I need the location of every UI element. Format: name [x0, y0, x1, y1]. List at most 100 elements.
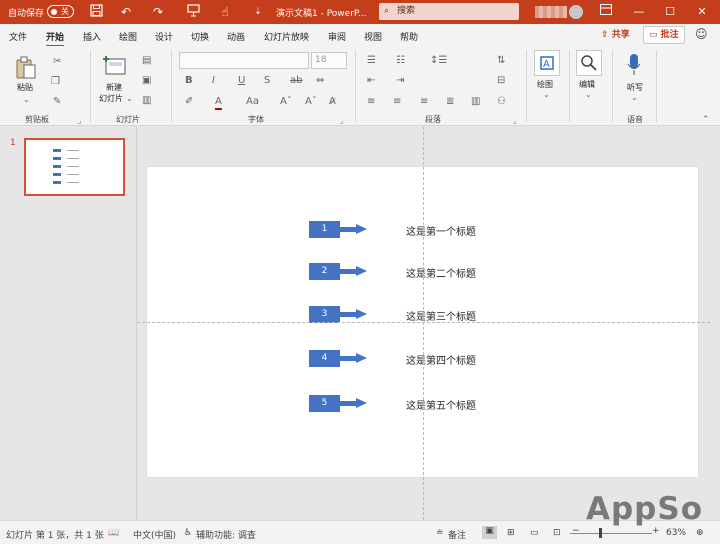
tab-insert[interactable]: 插入 [83, 30, 101, 43]
underline-icon[interactable]: U [238, 75, 245, 87]
tab-animations[interactable]: 动画 [227, 30, 245, 43]
clear-format-icon[interactable]: A̷ [329, 96, 336, 108]
number-shape[interactable]: 1 [309, 221, 340, 238]
justify-icon[interactable]: ≣ [446, 96, 454, 108]
touch-mode-icon[interactable]: ☝ [217, 4, 233, 20]
list-item[interactable]: 1 这是第一个标题 [309, 221, 609, 238]
comment-button[interactable]: ▭ 批注 [643, 26, 685, 44]
font-size-box[interactable]: 18 [311, 52, 347, 69]
tab-file[interactable]: 文件 [9, 30, 27, 43]
bullets-icon[interactable]: ☰ [367, 55, 376, 67]
zoom-level[interactable]: 63% [666, 528, 686, 538]
paragraph-launcher-icon[interactable]: ⌟ [513, 115, 516, 127]
zoom-slider-thumb[interactable] [599, 528, 602, 538]
avatar[interactable] [569, 5, 583, 19]
share-button[interactable]: ⇪ 共享 [599, 27, 636, 44]
paste-label[interactable]: 粘贴 [17, 82, 33, 93]
spellcheck-icon[interactable]: 📖 [108, 528, 119, 538]
notes-button[interactable]: 备注 [448, 528, 466, 541]
line-spacing-icon[interactable]: ↕☰ [430, 55, 447, 67]
char-spacing-icon[interactable]: ⇔ [316, 75, 324, 87]
strikethrough-icon[interactable]: ab [290, 75, 302, 87]
numbering-icon[interactable]: ☷ [396, 55, 405, 67]
new-slide-icon[interactable] [103, 54, 127, 79]
tab-home[interactable]: 开始 [46, 30, 65, 47]
align-left-icon[interactable]: ≡ [367, 96, 375, 108]
text-shadow-icon[interactable]: S [264, 75, 270, 87]
list-item[interactable]: 2 这是第二个标题 [309, 263, 609, 280]
tab-slideshow[interactable]: 幻灯片放映 [264, 30, 309, 43]
zoom-in-icon[interactable]: + [652, 526, 660, 536]
collapse-ribbon-icon[interactable]: ⌃ [702, 114, 710, 126]
copy-icon[interactable]: ❐ [51, 76, 60, 88]
presentation-icon[interactable] [185, 4, 201, 20]
number-shape[interactable]: 2 [309, 263, 340, 280]
item-title[interactable]: 这是第二个标题 [406, 265, 476, 280]
ribbon-display-icon[interactable] [598, 4, 614, 20]
slide-sorter-icon[interactable]: ⊞ [507, 528, 515, 538]
font-name-box[interactable] [179, 52, 309, 69]
align-right-icon[interactable]: ≡ [420, 96, 428, 108]
editing-icon[interactable] [576, 50, 602, 79]
fit-to-window-icon[interactable]: ⊕ [696, 528, 704, 538]
drawing-dropdown-icon[interactable]: ⌄ [543, 89, 550, 101]
drawing-icon[interactable]: A [534, 50, 560, 79]
increase-indent-icon[interactable]: ⇥ [396, 75, 404, 87]
list-item[interactable]: 4 这是第四个标题 [309, 350, 609, 367]
maximize-icon[interactable]: ☐ [662, 4, 678, 20]
feedback-smile-icon[interactable]: ☺ [695, 27, 708, 41]
increase-font-icon[interactable]: Aˆ [280, 96, 292, 108]
text-direction-icon[interactable]: ⇅ [497, 55, 505, 67]
paste-dropdown-icon[interactable]: ⌄ [23, 94, 30, 106]
undo-icon[interactable]: ↶ [118, 4, 134, 20]
cut-icon[interactable]: ✂ [53, 56, 61, 68]
format-painter-icon[interactable]: ✎ [53, 96, 61, 108]
normal-view-icon[interactable]: ▣ [482, 526, 497, 539]
smartart-icon[interactable]: ⚇ [497, 96, 506, 108]
item-title[interactable]: 这是第五个标题 [406, 397, 476, 412]
item-title[interactable]: 这是第四个标题 [406, 352, 476, 367]
reset-icon[interactable]: ▣ [142, 75, 151, 87]
accessibility-status[interactable]: 辅助功能: 调查 [196, 528, 256, 541]
editing-dropdown-icon[interactable]: ⌄ [585, 89, 592, 101]
tab-design[interactable]: 设计 [155, 30, 173, 43]
paste-icon[interactable] [15, 56, 37, 83]
highlight-icon[interactable]: ✐ [185, 96, 193, 108]
search-box[interactable]: ⌕ 搜索 [379, 3, 519, 20]
italic-icon[interactable]: I [212, 75, 215, 87]
new-slide-label-line1[interactable]: 新建 [106, 82, 122, 93]
customize-qat-icon[interactable]: ⇣ [250, 4, 266, 20]
section-icon[interactable]: ▥ [142, 95, 151, 107]
vertical-guide[interactable] [423, 127, 424, 520]
accessibility-icon[interactable]: ♿ [184, 528, 192, 538]
change-case-icon[interactable]: Aa [246, 96, 259, 108]
reading-view-icon[interactable]: ▭ [530, 528, 539, 538]
language-status[interactable]: 中文(中国) [133, 528, 176, 541]
tab-transitions[interactable]: 切换 [191, 30, 209, 43]
list-item[interactable]: 3 这是第三个标题 [309, 306, 609, 323]
user-name-blurred[interactable] [535, 6, 567, 18]
number-shape[interactable]: 4 [309, 350, 340, 367]
columns-icon[interactable]: ▥ [471, 96, 480, 108]
align-center-icon[interactable]: ≡ [393, 96, 401, 108]
close-icon[interactable]: ✕ [694, 4, 710, 20]
item-title[interactable]: 这是第一个标题 [406, 223, 476, 238]
tab-help[interactable]: 帮助 [400, 30, 418, 43]
list-item[interactable]: 5 这是第五个标题 [309, 395, 609, 412]
new-slide-dropdown-icon[interactable]: ⌄ [126, 93, 133, 105]
layout-icon[interactable]: ▤ [142, 55, 151, 67]
zoom-slider[interactable] [570, 533, 652, 534]
tab-draw[interactable]: 绘图 [119, 30, 137, 43]
bold-icon[interactable]: B [185, 75, 193, 87]
slide-thumbnail[interactable] [24, 138, 125, 196]
number-shape[interactable]: 3 [309, 306, 340, 323]
notes-icon[interactable]: ≐ [436, 528, 444, 538]
slideshow-view-icon[interactable]: ⊡ [553, 528, 561, 538]
align-text-icon[interactable]: ⊟ [497, 75, 505, 87]
decrease-font-icon[interactable]: Aˇ [305, 96, 317, 108]
save-icon[interactable] [88, 4, 104, 20]
redo-icon[interactable]: ↷ [150, 4, 166, 20]
autosave-toggle[interactable]: 关 [47, 5, 74, 18]
zoom-out-icon[interactable]: − [572, 526, 580, 536]
horizontal-guide[interactable] [137, 322, 710, 323]
